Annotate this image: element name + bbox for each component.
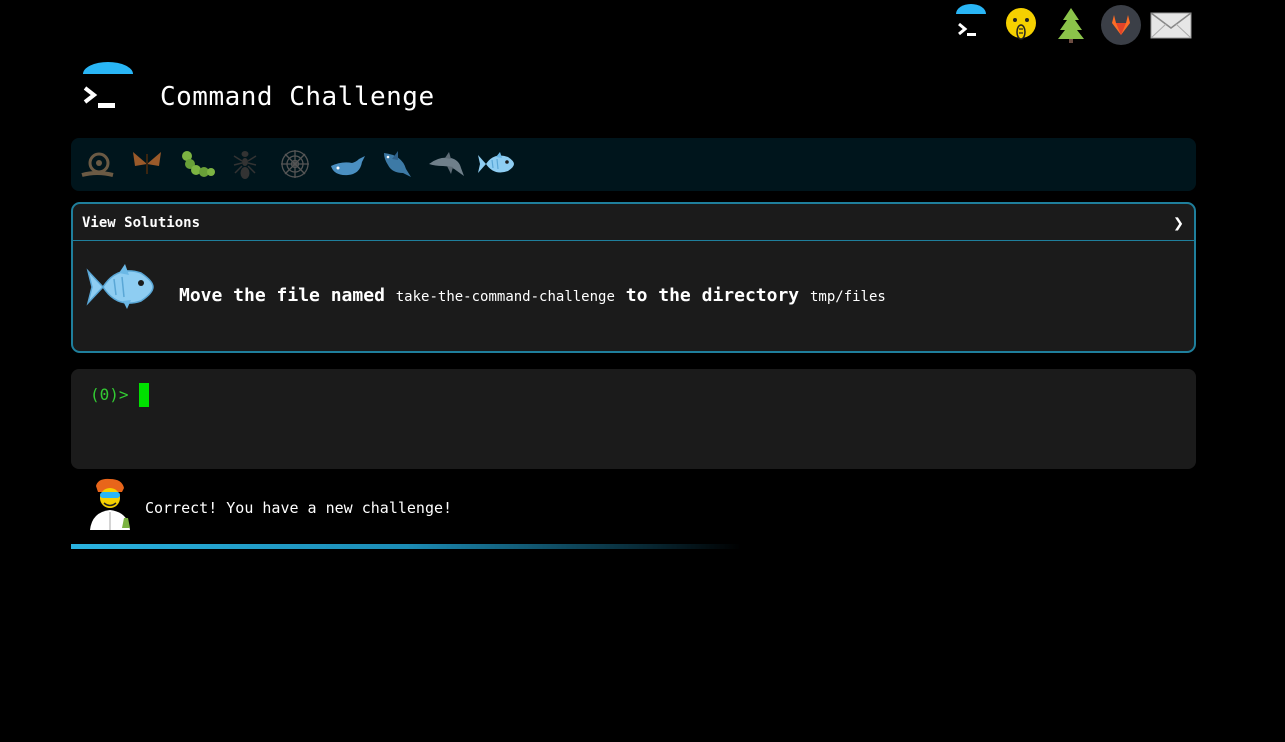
gitlab-icon [1101,5,1141,45]
shushing-face-icon [1006,8,1036,40]
level-snail[interactable] [77,146,117,182]
scientist-icon [90,478,130,530]
view-solutions-toggle[interactable]: View Solutions ❯ [73,204,1194,241]
nav-tree-link[interactable] [1046,4,1096,46]
level-whale[interactable] [327,146,367,182]
nav-emoji-link[interactable] [996,4,1046,46]
snail-icon [81,152,114,177]
page: Command Challenge View Solutions ❯ Move … [0,0,1285,742]
nav-mail-link[interactable] [1146,4,1196,46]
page-title: Command Challenge [160,82,435,112]
challenge-task: Move the file named take-the-command-cha… [179,285,886,306]
spider-web-icon [281,150,309,178]
task-file-name: take-the-command-challenge [395,289,615,305]
nav-terminal-link[interactable] [946,4,996,46]
challenge-panel: View Solutions ❯ Move the file named tak… [71,202,1196,353]
level-butterfly[interactable] [127,146,167,182]
task-middle: to the directory [625,285,800,306]
task-directory: tmp/files [809,289,886,305]
challenge-body: Move the file named take-the-command-cha… [73,241,1194,351]
mail-icon [1150,12,1192,39]
task-prefix: Move the file named [179,285,385,306]
status-message: Correct! You have a new challenge! [145,499,453,517]
level-ant[interactable] [225,146,265,182]
whale-icon [331,156,365,176]
level-dolphin[interactable] [426,146,466,182]
nav-gitlab-link[interactable] [1096,4,1146,46]
tree-icon [1058,8,1084,43]
ant-icon [233,151,257,179]
level-caterpillar[interactable] [177,146,217,182]
shark-icon [384,151,411,177]
terminal-cursor [139,383,149,407]
butterfly-icon [133,152,161,174]
dolphin-icon [429,152,464,176]
progress-bar [71,544,741,549]
logo-icon[interactable] [80,62,136,114]
fish-icon [478,152,514,173]
terminal-input[interactable]: (0)> [71,369,1196,469]
level-shark[interactable] [376,146,416,182]
view-solutions-label: View Solutions [82,215,201,231]
level-spider-web[interactable] [275,146,315,182]
chevron-right-icon: ❯ [1173,213,1184,234]
level-fish[interactable] [476,146,516,182]
level-selector [71,138,1196,191]
top-nav [946,4,1196,46]
fish-icon [86,264,154,309]
terminal-prompt: (0)> [90,385,129,404]
terminal-icon [956,4,986,36]
caterpillar-icon [182,151,215,177]
